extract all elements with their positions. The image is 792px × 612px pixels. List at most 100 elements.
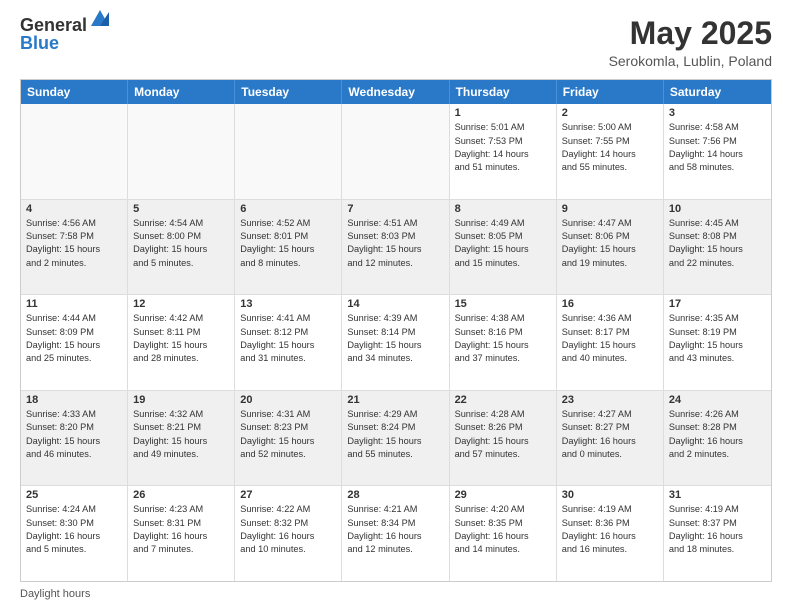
day-cell-11: 11Sunrise: 4:44 AMSunset: 8:09 PMDayligh…	[21, 295, 128, 390]
day-number: 24	[669, 394, 766, 406]
day-header-friday: Friday	[557, 80, 664, 104]
day-number: 22	[455, 394, 551, 406]
day-cell-empty	[342, 104, 449, 199]
day-info: Sunrise: 4:24 AMSunset: 8:30 PMDaylight:…	[26, 503, 122, 556]
day-cell-3: 3 Sunrise: 4:58 AMSunset: 7:56 PMDaylight…	[664, 104, 771, 199]
day-cell-2: 2 Sunrise: 5:00 AMSunset: 7:55 PMDaylight…	[557, 104, 664, 199]
calendar-row-4: 18Sunrise: 4:33 AMSunset: 8:20 PMDayligh…	[21, 390, 771, 486]
day-cell-9: 9Sunrise: 4:47 AMSunset: 8:06 PMDaylight…	[557, 200, 664, 295]
day-number: 21	[347, 394, 443, 406]
day-info: Sunrise: 4:22 AMSunset: 8:32 PMDaylight:…	[240, 503, 336, 556]
day-info: Sunrise: 4:19 AMSunset: 8:37 PMDaylight:…	[669, 503, 766, 556]
day-number: 4	[26, 203, 122, 215]
day-info: Sunrise: 4:58 AMSunset: 7:56 PMDaylight:…	[669, 121, 766, 174]
day-cell-10: 10 Sunrise: 4:45 AMSunset: 8:08 PMDayligh…	[664, 200, 771, 295]
day-number: 5	[133, 203, 229, 215]
day-header-monday: Monday	[128, 80, 235, 104]
day-info: Sunrise: 4:29 AMSunset: 8:24 PMDaylight:…	[347, 408, 443, 461]
day-cell-28: 28 Sunrise: 4:21 AMSunset: 8:34 PMDayligh…	[342, 486, 449, 581]
day-info: Sunrise: 4:54 AMSunset: 8:00 PMDaylight:…	[133, 217, 229, 270]
day-info: Sunrise: 4:36 AMSunset: 8:17 PMDaylight:…	[562, 312, 658, 365]
day-cell-7: 7 Sunrise: 4:51 AMSunset: 8:03 PMDaylight…	[342, 200, 449, 295]
day-cell-31: 31 Sunrise: 4:19 AMSunset: 8:37 PMDayligh…	[664, 486, 771, 581]
day-info: Sunrise: 4:56 AMSunset: 7:58 PMDaylight:…	[26, 217, 122, 270]
day-cell-18: 18Sunrise: 4:33 AMSunset: 8:20 PMDayligh…	[21, 391, 128, 486]
day-number: 16	[562, 298, 658, 310]
day-info: Sunrise: 4:41 AMSunset: 8:12 PMDaylight:…	[240, 312, 336, 365]
day-cell-empty	[128, 104, 235, 199]
day-cell-24: 24 Sunrise: 4:26 AMSunset: 8:28 PMDayligh…	[664, 391, 771, 486]
logo-blue: Blue	[20, 33, 59, 53]
day-number: 28	[347, 489, 443, 501]
day-number: 14	[347, 298, 443, 310]
day-number: 3	[669, 107, 766, 119]
day-info: Sunrise: 4:51 AMSunset: 8:03 PMDaylight:…	[347, 217, 443, 270]
logo-general: General	[20, 16, 87, 34]
day-info: Sunrise: 5:01 AMSunset: 7:53 PMDaylight:…	[455, 121, 551, 174]
day-info: Sunrise: 4:31 AMSunset: 8:23 PMDaylight:…	[240, 408, 336, 461]
day-info: Sunrise: 5:00 AMSunset: 7:55 PMDaylight:…	[562, 121, 658, 174]
day-number: 2	[562, 107, 658, 119]
day-number: 6	[240, 203, 336, 215]
day-header-wednesday: Wednesday	[342, 80, 449, 104]
day-info: Sunrise: 4:33 AMSunset: 8:20 PMDaylight:…	[26, 408, 122, 461]
day-number: 30	[562, 489, 658, 501]
day-cell-16: 16 Sunrise: 4:36 AMSunset: 8:17 PMDayligh…	[557, 295, 664, 390]
day-cell-22: 22 Sunrise: 4:28 AMSunset: 8:26 PMDayligh…	[450, 391, 557, 486]
day-number: 17	[669, 298, 766, 310]
month-year: May 2025	[609, 16, 772, 51]
day-cell-14: 14 Sunrise: 4:39 AMSunset: 8:14 PMDayligh…	[342, 295, 449, 390]
day-cell-23: 23Sunrise: 4:27 AMSunset: 8:27 PMDayligh…	[557, 391, 664, 486]
day-cell-empty	[21, 104, 128, 199]
day-number: 25	[26, 489, 122, 501]
day-number: 15	[455, 298, 551, 310]
day-info: Sunrise: 4:26 AMSunset: 8:28 PMDaylight:…	[669, 408, 766, 461]
day-info: Sunrise: 4:35 AMSunset: 8:19 PMDaylight:…	[669, 312, 766, 365]
page-header: General Blue May 2025 Serokomla, Lublin,…	[20, 16, 772, 69]
location: Serokomla, Lublin, Poland	[609, 53, 772, 69]
calendar-row-3: 11Sunrise: 4:44 AMSunset: 8:09 PMDayligh…	[21, 294, 771, 390]
day-number: 27	[240, 489, 336, 501]
day-info: Sunrise: 4:32 AMSunset: 8:21 PMDaylight:…	[133, 408, 229, 461]
day-info: Sunrise: 4:19 AMSunset: 8:36 PMDaylight:…	[562, 503, 658, 556]
day-info: Sunrise: 4:39 AMSunset: 8:14 PMDaylight:…	[347, 312, 443, 365]
day-number: 26	[133, 489, 229, 501]
calendar-header: SundayMondayTuesdayWednesdayThursdayFrid…	[21, 80, 771, 104]
day-number: 7	[347, 203, 443, 215]
day-cell-17: 17 Sunrise: 4:35 AMSunset: 8:19 PMDayligh…	[664, 295, 771, 390]
day-info: Sunrise: 4:28 AMSunset: 8:26 PMDaylight:…	[455, 408, 551, 461]
day-info: Sunrise: 4:47 AMSunset: 8:06 PMDaylight:…	[562, 217, 658, 270]
logo-icon	[89, 8, 111, 30]
day-cell-26: 26 Sunrise: 4:23 AMSunset: 8:31 PMDayligh…	[128, 486, 235, 581]
calendar-body: 1 Sunrise: 5:01 AMSunset: 7:53 PMDaylight…	[21, 104, 771, 581]
day-cell-21: 21 Sunrise: 4:29 AMSunset: 8:24 PMDayligh…	[342, 391, 449, 486]
day-cell-30: 30 Sunrise: 4:19 AMSunset: 8:36 PMDayligh…	[557, 486, 664, 581]
day-header-thursday: Thursday	[450, 80, 557, 104]
day-number: 8	[455, 203, 551, 215]
day-number: 31	[669, 489, 766, 501]
day-number: 1	[455, 107, 551, 119]
day-number: 20	[240, 394, 336, 406]
day-number: 10	[669, 203, 766, 215]
footer: Daylight hours	[20, 588, 772, 600]
day-cell-15: 15Sunrise: 4:38 AMSunset: 8:16 PMDayligh…	[450, 295, 557, 390]
day-info: Sunrise: 4:49 AMSunset: 8:05 PMDaylight:…	[455, 217, 551, 270]
day-info: Sunrise: 4:20 AMSunset: 8:35 PMDaylight:…	[455, 503, 551, 556]
day-info: Sunrise: 4:45 AMSunset: 8:08 PMDaylight:…	[669, 217, 766, 270]
day-cell-1: 1 Sunrise: 5:01 AMSunset: 7:53 PMDaylight…	[450, 104, 557, 199]
day-cell-27: 27 Sunrise: 4:22 AMSunset: 8:32 PMDayligh…	[235, 486, 342, 581]
day-header-saturday: Saturday	[664, 80, 771, 104]
calendar-row-1: 1 Sunrise: 5:01 AMSunset: 7:53 PMDaylight…	[21, 104, 771, 199]
day-cell-25: 25 Sunrise: 4:24 AMSunset: 8:30 PMDayligh…	[21, 486, 128, 581]
day-header-sunday: Sunday	[21, 80, 128, 104]
day-cell-4: 4 Sunrise: 4:56 AMSunset: 7:58 PMDaylight…	[21, 200, 128, 295]
day-number: 11	[26, 298, 122, 310]
day-number: 23	[562, 394, 658, 406]
day-cell-6: 6Sunrise: 4:52 AMSunset: 8:01 PMDaylight…	[235, 200, 342, 295]
day-info: Sunrise: 4:23 AMSunset: 8:31 PMDaylight:…	[133, 503, 229, 556]
day-info: Sunrise: 4:21 AMSunset: 8:34 PMDaylight:…	[347, 503, 443, 556]
day-info: Sunrise: 4:42 AMSunset: 8:11 PMDaylight:…	[133, 312, 229, 365]
day-cell-12: 12Sunrise: 4:42 AMSunset: 8:11 PMDayligh…	[128, 295, 235, 390]
day-cell-29: 29Sunrise: 4:20 AMSunset: 8:35 PMDayligh…	[450, 486, 557, 581]
calendar-row-5: 25 Sunrise: 4:24 AMSunset: 8:30 PMDayligh…	[21, 485, 771, 581]
